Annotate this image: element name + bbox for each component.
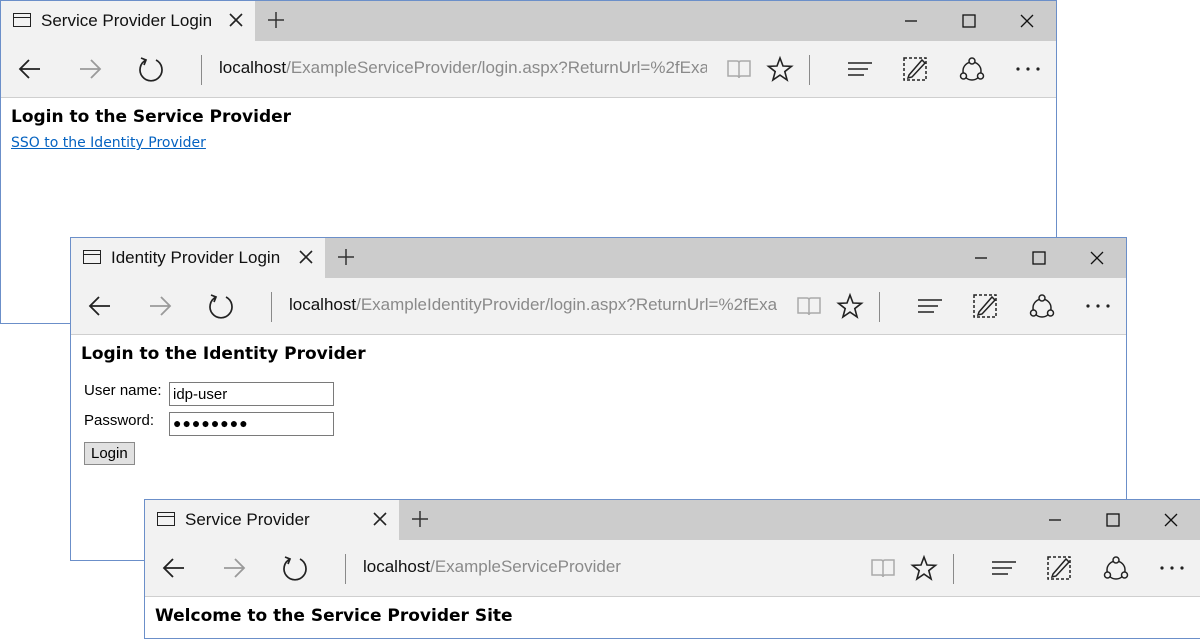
more-icon[interactable] xyxy=(1084,292,1112,320)
separator xyxy=(201,55,202,85)
web-note-icon[interactable] xyxy=(971,292,999,320)
share-icon[interactable] xyxy=(958,55,986,83)
separator xyxy=(271,292,272,322)
tab-bar: Service Provider xyxy=(145,500,1200,540)
separator xyxy=(879,292,880,322)
minimize-icon[interactable] xyxy=(970,247,992,269)
sso-link[interactable]: SSO to the Identity Provider xyxy=(11,135,206,151)
address-bar[interactable]: localhost/ExampleServiceProvider/login.a… xyxy=(219,58,707,78)
new-tab-icon[interactable] xyxy=(409,508,431,530)
close-tab-icon[interactable] xyxy=(225,9,247,31)
url-path: /ExampleServiceProvider/login.aspx?Retur… xyxy=(286,58,707,77)
page-icon xyxy=(13,13,31,27)
page-title: Login to the Service Provider xyxy=(11,107,292,127)
page-icon xyxy=(83,250,101,264)
more-icon[interactable] xyxy=(1014,55,1042,83)
more-icon[interactable] xyxy=(1158,554,1186,582)
refresh-icon[interactable] xyxy=(207,292,235,320)
close-tab-icon[interactable] xyxy=(295,246,317,268)
page-title: Login to the Identity Provider xyxy=(81,344,366,364)
tab-title: Service Provider xyxy=(185,510,310,529)
share-icon[interactable] xyxy=(1028,292,1056,320)
tab-title: Service Provider Login xyxy=(41,11,213,30)
password-label: Password: xyxy=(84,412,155,429)
hub-icon[interactable] xyxy=(990,554,1018,582)
page-title: Welcome to the Service Provider Site xyxy=(155,606,513,626)
address-bar[interactable]: localhost/ExampleIdentityProvider/login.… xyxy=(289,295,777,315)
minimize-icon[interactable] xyxy=(1044,509,1066,531)
back-icon[interactable] xyxy=(16,55,44,83)
minimize-icon[interactable] xyxy=(900,10,922,32)
close-window-icon[interactable] xyxy=(1160,509,1182,531)
url-path: /ExampleServiceProvider xyxy=(430,557,621,576)
page-icon xyxy=(157,512,175,526)
url-host: localhost xyxy=(219,58,287,77)
separator xyxy=(345,554,346,584)
web-note-icon[interactable] xyxy=(901,55,929,83)
maximize-icon[interactable] xyxy=(1102,509,1124,531)
web-note-icon[interactable] xyxy=(1045,554,1073,582)
close-window-icon[interactable] xyxy=(1086,247,1108,269)
share-icon[interactable] xyxy=(1102,554,1130,582)
forward-icon[interactable] xyxy=(76,55,104,83)
tab-title: Identity Provider Login xyxy=(111,248,281,267)
refresh-icon[interactable] xyxy=(137,55,165,83)
back-icon[interactable] xyxy=(86,292,114,320)
browser-toolbar: localhost/ExampleServiceProvider/login.a… xyxy=(1,41,1056,98)
maximize-icon[interactable] xyxy=(958,10,980,32)
username-label: User name: xyxy=(84,382,162,399)
url-host: localhost xyxy=(289,295,357,314)
favorite-star-icon[interactable] xyxy=(766,55,794,83)
close-window-icon[interactable] xyxy=(1016,10,1038,32)
tab-identity-provider-login[interactable]: Identity Provider Login xyxy=(71,238,325,278)
separator xyxy=(953,554,954,584)
maximize-icon[interactable] xyxy=(1028,247,1050,269)
favorite-star-icon[interactable] xyxy=(910,554,938,582)
browser-toolbar: localhost/ExampleServiceProvider xyxy=(145,540,1200,597)
tab-bar: Service Provider Login xyxy=(1,1,1056,41)
username-input[interactable] xyxy=(169,382,334,406)
url-host: localhost xyxy=(363,557,431,576)
hub-icon[interactable] xyxy=(846,55,874,83)
forward-icon[interactable] xyxy=(146,292,174,320)
page-content: Welcome to the Service Provider Site xyxy=(155,606,1190,638)
back-icon[interactable] xyxy=(160,554,188,582)
url-path: /ExampleIdentityProvider/login.aspx?Retu… xyxy=(356,295,777,314)
reading-view-icon[interactable] xyxy=(795,292,823,320)
login-button[interactable]: Login xyxy=(84,442,135,465)
separator xyxy=(809,55,810,85)
browser-toolbar: localhost/ExampleIdentityProvider/login.… xyxy=(71,278,1126,335)
forward-icon[interactable] xyxy=(220,554,248,582)
reading-view-icon[interactable] xyxy=(725,55,753,83)
hub-icon[interactable] xyxy=(916,292,944,320)
close-tab-icon[interactable] xyxy=(369,508,391,530)
tab-service-provider[interactable]: Service Provider xyxy=(145,500,399,540)
refresh-icon[interactable] xyxy=(281,554,309,582)
new-tab-icon[interactable] xyxy=(335,246,357,268)
reading-view-icon[interactable] xyxy=(869,554,897,582)
tab-bar: Identity Provider Login xyxy=(71,238,1126,278)
browser-window-service-provider: Service Provider localhost/ExampleServic… xyxy=(144,499,1200,639)
new-tab-icon[interactable] xyxy=(265,9,287,31)
tab-service-provider-login[interactable]: Service Provider Login xyxy=(1,1,255,41)
password-input[interactable]: ●●●●●●●● xyxy=(169,412,334,436)
favorite-star-icon[interactable] xyxy=(836,292,864,320)
address-bar[interactable]: localhost/ExampleServiceProvider xyxy=(363,557,851,577)
